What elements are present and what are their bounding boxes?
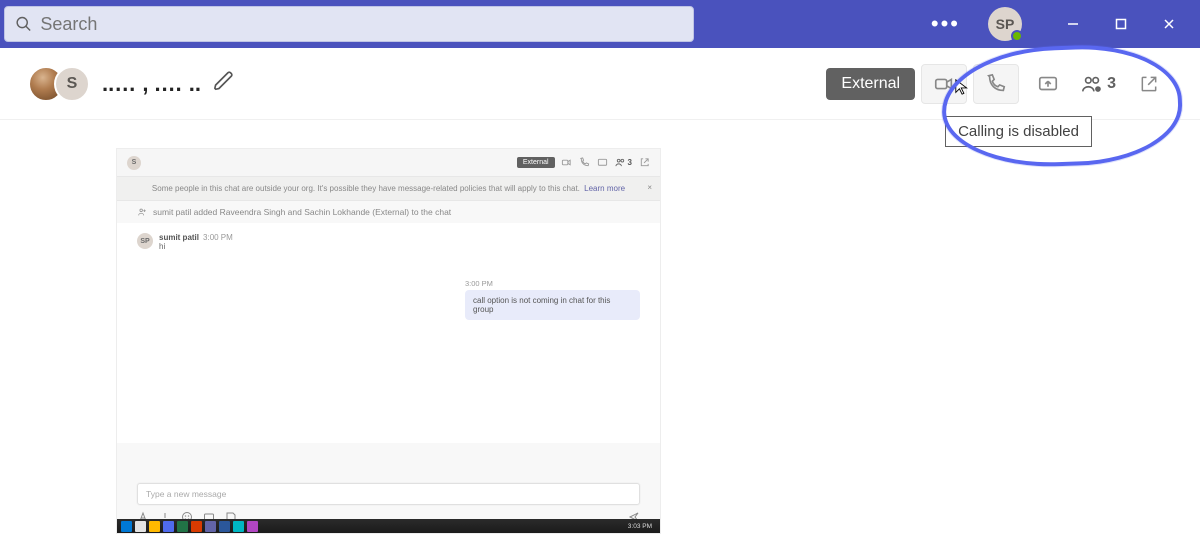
mini-compose-box[interactable]: Type a new message (137, 483, 640, 505)
mini-banner-close[interactable]: × (647, 183, 652, 192)
chat-header: S ..… , .… .. External 3 Calling is disa… (0, 48, 1200, 120)
mini-external-badge: External (517, 157, 555, 168)
mini-external-warning-banner: Some people in this chat are outside you… (117, 177, 660, 201)
taskbar-app-icon (177, 521, 188, 532)
mini-learn-more-link[interactable]: Learn more (584, 184, 625, 193)
annotation-circle (940, 41, 1184, 169)
more-menu-button[interactable]: ••• (921, 11, 970, 37)
mini-popout-icon (638, 157, 650, 169)
search-icon (15, 15, 32, 33)
popout-button[interactable] (1126, 64, 1172, 104)
participants-button[interactable]: 3 (1081, 73, 1116, 95)
presence-available-icon (1011, 30, 1023, 42)
chat-title: ..… , .… .. (102, 70, 235, 98)
mini-people-icon (615, 157, 626, 168)
chat-title-text: ..… , .… .. (102, 71, 201, 97)
taskbar-app-icon (149, 521, 160, 532)
taskbar-app-icon (247, 521, 258, 532)
mouse-cursor-icon (954, 78, 972, 96)
taskbar-app-icon (191, 521, 202, 532)
taskbar-app-icon (163, 521, 174, 532)
minimize-button[interactable] (1050, 4, 1096, 44)
taskbar-app-icon (219, 521, 230, 532)
taskbar-app-icon (205, 521, 216, 532)
avatar-initials: SP (996, 16, 1015, 32)
mini-chat-header: S External 3 (117, 149, 660, 177)
mini-participants: 3 (615, 157, 632, 168)
titlebar: ••• SP (0, 0, 1200, 48)
people-icon (1081, 73, 1103, 95)
current-user-avatar[interactable]: SP (988, 7, 1022, 41)
mini-video-icon (561, 157, 573, 169)
mini-message-list: SP sumit patil3:00 PM hi 3:00 PM call op… (117, 223, 660, 443)
disabled-tooltip: Calling is disabled (945, 116, 1092, 147)
chat-header-actions: External 3 Calling is disabled (826, 64, 1172, 104)
mini-taskbar: 3:03 PM (117, 519, 660, 533)
mini-incoming-message: SP sumit patil3:00 PM hi (137, 233, 640, 251)
share-screen-button[interactable] (1025, 64, 1071, 104)
search-box[interactable] (4, 6, 694, 42)
mini-avatar: S (127, 156, 141, 170)
external-badge: External (826, 68, 915, 100)
mini-outgoing-message: 3:00 PM call option is not coming in cha… (465, 279, 640, 320)
mini-system-message: sumit patil added Raveendra Singh and Sa… (117, 201, 660, 223)
search-input[interactable] (40, 14, 683, 35)
audio-call-button[interactable] (973, 64, 1019, 104)
taskbar-app-icon (121, 521, 132, 532)
taskbar-app-icon (135, 521, 146, 532)
add-person-icon (137, 207, 147, 217)
mini-share-icon (597, 157, 609, 169)
mini-taskbar-clock: 3:03 PM (628, 523, 656, 530)
edit-chat-name-button[interactable] (213, 70, 235, 98)
mini-msg-avatar: SP (137, 233, 153, 249)
close-button[interactable] (1146, 4, 1192, 44)
participant-count: 3 (1107, 75, 1116, 93)
taskbar-app-icon (233, 521, 244, 532)
participant-avatar-initial: S (54, 66, 90, 102)
maximize-button[interactable] (1098, 4, 1144, 44)
mini-phone-icon (579, 157, 591, 169)
chat-avatar-pair: S (28, 66, 90, 102)
embedded-screenshot: S External 3 Some people in this chat ar… (116, 148, 661, 534)
